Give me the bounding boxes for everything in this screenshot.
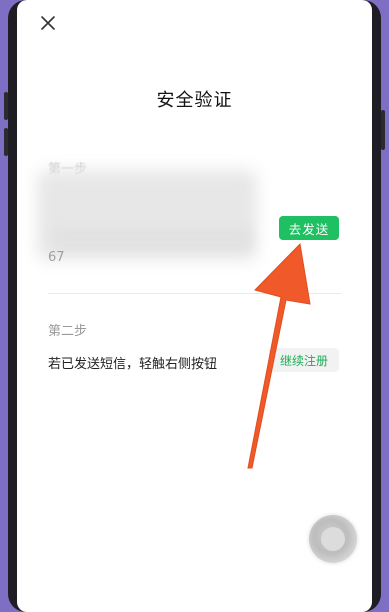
divider	[48, 293, 341, 294]
redacted-text	[53, 228, 251, 250]
assistive-touch-inner	[321, 527, 345, 551]
assistive-touch-button[interactable]	[309, 515, 357, 563]
step2-instruction: 若已发送短信，轻触右侧按钮	[48, 357, 218, 372]
volume-up-button	[4, 92, 8, 120]
step2-label: 第二步	[48, 324, 88, 339]
page-title: 安全验证	[156, 90, 233, 111]
close-icon	[41, 16, 55, 30]
send-sms-button[interactable]: 去发送	[279, 216, 339, 240]
continue-register-button[interactable]: 继续注册	[269, 348, 339, 372]
volume-down-button	[4, 128, 8, 156]
close-button[interactable]	[37, 12, 59, 34]
power-button	[381, 110, 385, 150]
masked-number: 67	[48, 250, 65, 265]
